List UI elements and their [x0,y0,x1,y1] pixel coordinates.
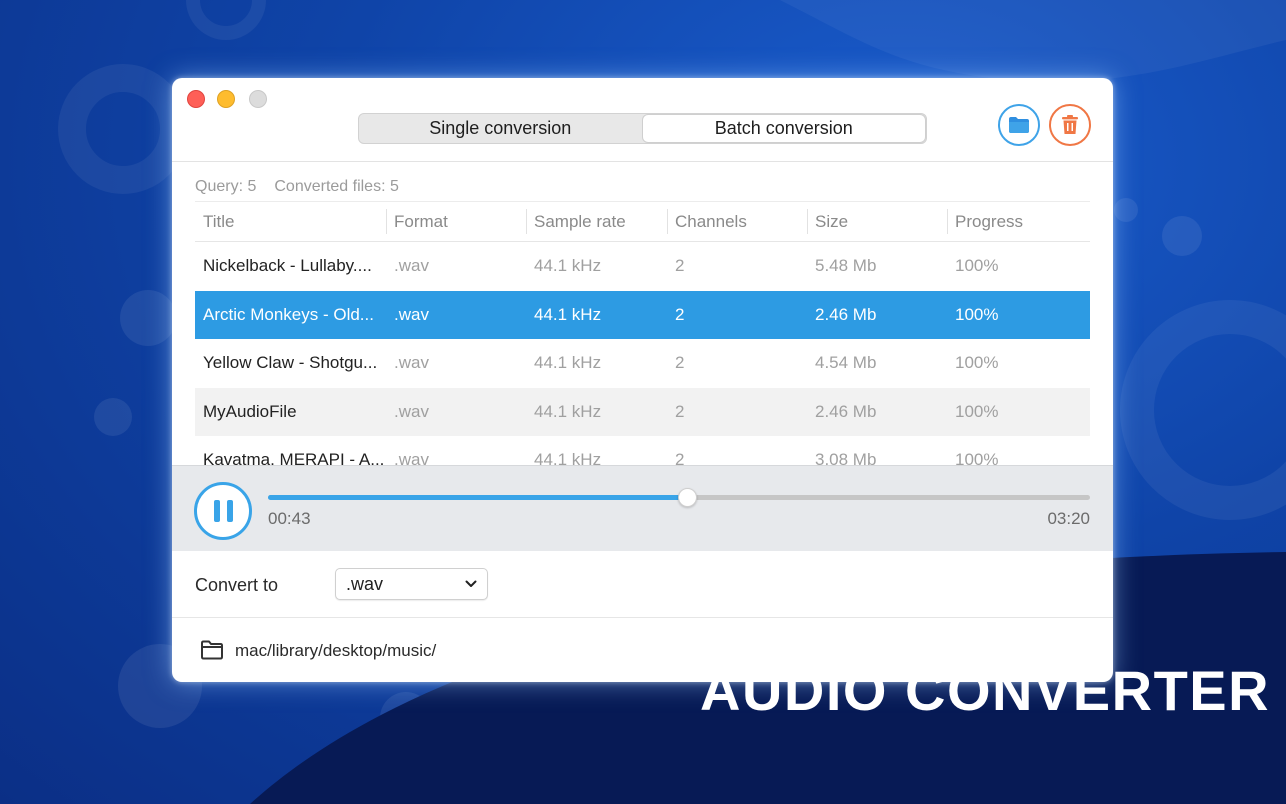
zoom-window-button[interactable] [249,90,267,108]
output-format-select[interactable]: .wav [335,568,488,600]
table-row[interactable]: Kavatma, MERAPI - A... .wav 44.1 kHz 2 3… [195,436,1090,465]
close-window-button[interactable] [187,90,205,108]
trash-icon [1062,115,1078,134]
table-header: Title Format Sample rate Channels Size P… [195,201,1090,242]
column-header-progress[interactable]: Progress [947,202,1090,241]
column-header-sample-rate[interactable]: Sample rate [526,202,667,241]
output-format-value: .wav [346,573,384,594]
row-size: 5.48 Mb [815,256,877,276]
background-ring [1120,300,1286,520]
background-dot [380,692,432,744]
row-format: .wav [394,353,429,373]
background-ring [186,0,266,40]
output-path: mac/library/desktop/music/ [235,641,437,660]
row-format: .wav [394,401,429,421]
row-channels: 2 [675,256,685,276]
tab-single-conversion[interactable]: Single conversion [359,114,642,143]
table-body[interactable]: Nickelback - Lullaby.... .wav 44.1 kHz 2… [195,242,1090,465]
row-channels: 2 [675,304,685,324]
row-sample-rate: 44.1 kHz [534,353,602,373]
conversion-stats: Query: 5 Converted files: 5 [195,178,399,196]
app-window: Single conversion Batch conversion Query… [172,78,1113,682]
chevron-down-icon [465,580,477,587]
row-progress: 100% [955,256,999,276]
pause-button[interactable] [194,482,252,540]
row-sample-rate: 44.1 kHz [534,256,602,276]
minimize-window-button[interactable] [217,90,235,108]
row-sample-rate: 44.1 kHz [534,304,602,324]
current-time: 00:43 [268,509,311,528]
row-progress: 100% [955,304,999,324]
promo-headline: AUDIO CONVERTER [700,659,1271,722]
row-size: 2.46 Mb [815,401,877,421]
delete-files-button[interactable] [1049,104,1091,146]
row-progress: 100% [955,353,999,373]
table-row[interactable]: Nickelback - Lullaby.... .wav 44.1 kHz 2… [195,242,1090,291]
playback-progress-fill [268,495,688,500]
row-channels: 2 [675,353,685,373]
title-bar: Single conversion Batch conversion [172,78,1113,162]
row-title: Yellow Claw - Shotgu... [203,353,378,373]
row-format: .wav [394,304,429,324]
file-table: Title Format Sample rate Channels Size P… [195,201,1090,465]
table-row-selected[interactable]: Arctic Monkeys - Old... .wav 44.1 kHz 2 … [195,290,1090,339]
audio-player: 00:43 03:20 [172,465,1113,551]
converted-count: Converted files: 5 [274,178,399,195]
table-row[interactable]: Yellow Claw - Shotgu... .wav 44.1 kHz 2 … [195,339,1090,388]
pause-icon [226,500,233,522]
convert-to-label: Convert to [195,575,279,595]
folder-outline-icon [201,640,223,660]
row-sample-rate: 44.1 kHz [534,450,602,465]
row-title: Kavatma, MERAPI - A... [203,450,385,465]
row-size: 4.54 Mb [815,353,877,373]
background-dot [1114,198,1138,222]
column-header-size[interactable]: Size [807,202,947,241]
row-size: 3.08 Mb [815,450,877,465]
query-count: Query: 5 [195,178,257,195]
background-dot [1162,216,1202,256]
row-format: .wav [394,450,429,465]
background-dot [120,290,176,346]
playback-slider[interactable] [268,488,1090,507]
playback-slider-handle[interactable] [678,488,698,507]
table-row[interactable]: MyAudioFile .wav 44.1 kHz 2 2.46 Mb 100% [195,387,1090,436]
background-ring [58,64,188,194]
row-title: Nickelback - Lullaby.... [203,256,372,276]
total-time: 03:20 [1047,509,1090,528]
column-header-title[interactable]: Title [195,202,386,241]
row-title: MyAudioFile [203,401,297,421]
background-dot [94,398,132,436]
pause-icon [213,500,220,522]
row-progress: 100% [955,450,999,465]
row-format: .wav [394,256,429,276]
row-sample-rate: 44.1 kHz [534,401,602,421]
row-channels: 2 [675,450,685,465]
folder-icon [1009,117,1029,133]
row-progress: 100% [955,401,999,421]
row-title: Arctic Monkeys - Old... [203,304,374,324]
open-folder-button[interactable] [998,104,1040,146]
convert-settings: Convert to .wav [172,551,1113,618]
row-size: 2.46 Mb [815,304,877,324]
row-channels: 2 [675,401,685,421]
column-header-channels[interactable]: Channels [667,202,807,241]
column-header-format[interactable]: Format [386,202,526,241]
tab-batch-conversion[interactable]: Batch conversion [642,115,925,142]
conversion-mode-tabs: Single conversion Batch conversion [358,113,927,144]
